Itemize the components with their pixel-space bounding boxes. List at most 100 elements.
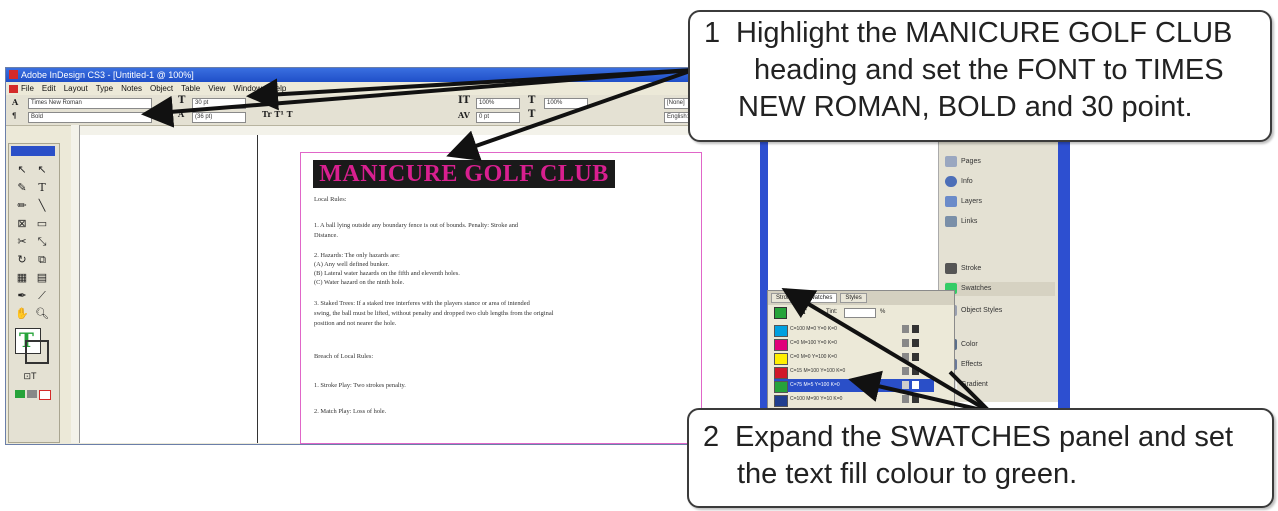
menu-notes[interactable]: Notes xyxy=(121,84,142,93)
swatch-row[interactable]: C=100 M=0 Y=0 K=0 xyxy=(774,323,934,337)
tint-field[interactable] xyxy=(844,308,876,318)
menu-window[interactable]: Window xyxy=(233,84,261,93)
fill-stroke-toggle-icon[interactable] xyxy=(774,307,787,319)
dock-pages[interactable]: Pages xyxy=(945,155,1055,169)
step-1-line-2: heading and set the FONT to TIMES xyxy=(754,54,1224,86)
doc-line: swing, the ball must be lifted, without … xyxy=(314,310,554,317)
doc-line: (B) Lateral water hazards on the fifth a… xyxy=(314,270,460,277)
apply-gradient-icon[interactable] xyxy=(27,390,37,398)
dock-swatches[interactable]: Swatches xyxy=(945,282,1055,296)
formatting-affects-text-icon[interactable]: ⊡T xyxy=(21,368,39,384)
menu-edit[interactable]: Edit xyxy=(42,84,56,93)
swatch-row[interactable]: C=0 M=0 Y=100 K=0 xyxy=(774,351,934,365)
eyedropper-tool-icon[interactable]: ✒ xyxy=(13,288,31,304)
leading-field[interactable]: (36 pt) xyxy=(192,112,246,123)
swatch-row-green-selected[interactable]: C=75 M=5 Y=100 K=0 xyxy=(774,379,934,393)
step-2-number: 2 xyxy=(703,421,720,453)
process-color-icon xyxy=(902,325,909,333)
selection-tool-icon[interactable]: ↖ xyxy=(13,162,31,178)
menu-type[interactable]: Type xyxy=(96,84,113,93)
cmyk-icon xyxy=(912,353,919,361)
caps-icon[interactable]: Tr T¹ T xyxy=(262,109,293,119)
formatting-text-icon[interactable]: T xyxy=(802,306,806,319)
cmyk-icon xyxy=(912,381,919,389)
tab-stroke[interactable]: Stroke xyxy=(771,293,799,303)
scissors-tool-icon[interactable]: ✂ xyxy=(13,234,31,250)
doc-line: 2. Match Play: Loss of hole. xyxy=(314,408,387,415)
doc-line: 2. Hazards: The only hazards are: xyxy=(314,252,400,259)
tools-panel: ↖ ↖ ✎ T ✏ ╲ ⊠ ▭ ✂ ⤡ ↻ ⧉ ▦ ▤ ✒ ⟋ ✋ 🔍︎ T ⊡… xyxy=(8,143,60,443)
swatch-row[interactable]: C=0 M=100 Y=0 K=0 xyxy=(774,337,934,351)
swatch-row[interactable]: C=15 M=100 Y=100 K=0 xyxy=(774,365,934,379)
type-tool-icon[interactable]: T xyxy=(33,180,51,196)
menu-table[interactable]: Table xyxy=(181,84,200,93)
gradient-tool-icon[interactable]: ▦ xyxy=(13,270,31,286)
pen-tool-icon[interactable]: ✎ xyxy=(13,180,31,196)
vertical-ruler xyxy=(71,125,80,443)
menu-file[interactable]: File xyxy=(21,84,34,93)
cmyk-icon xyxy=(912,367,919,375)
doc-line: 1. Stroke Play: Two strokes penalty. xyxy=(314,382,406,389)
rectangle-tool-icon[interactable]: ▭ xyxy=(33,216,51,232)
font-style-field[interactable]: Bold xyxy=(28,112,152,123)
manicure-heading[interactable]: MANICURE GOLF CLUB xyxy=(313,160,615,188)
dock-links[interactable]: Links xyxy=(945,215,1055,229)
page-edge-line xyxy=(257,135,258,443)
paragraph-mode-icon[interactable]: ¶ xyxy=(12,111,16,120)
menu-bar: File Edit Layout Type Notes Object Table View Wi… xyxy=(6,82,771,95)
process-color-icon xyxy=(902,381,909,389)
pencil-tool-icon[interactable]: ✏ xyxy=(13,198,31,214)
stroke-swatch-icon[interactable] xyxy=(25,340,49,364)
vertical-scale-field[interactable]: 100% xyxy=(476,98,520,109)
swatch-chip xyxy=(774,353,788,365)
step-1-line-1: Highlight the MANICURE GOLF CLUB xyxy=(736,17,1233,49)
step-1-number: 1 xyxy=(704,17,721,49)
tracking-field[interactable]: 0 pt xyxy=(476,112,520,123)
horizontal-scale-field[interactable]: 100% xyxy=(544,98,588,109)
swatch-row[interactable]: C=100 M=90 Y=10 K=0 xyxy=(774,393,934,407)
menu-layout[interactable]: Layout xyxy=(64,84,88,93)
hand-tool-icon[interactable]: ✋ xyxy=(13,306,31,322)
rectangle-frame-tool-icon[interactable]: ⊠ xyxy=(13,216,31,232)
dock-object-styles[interactable]: Object Styles xyxy=(945,304,1055,318)
dock-info[interactable]: Info xyxy=(945,175,1055,189)
note-tool-icon[interactable]: ▤ xyxy=(33,270,51,286)
measure-tool-icon[interactable]: ⟋ xyxy=(33,288,51,304)
dock-layers[interactable]: Layers xyxy=(945,195,1055,209)
dock-stroke[interactable]: Stroke xyxy=(945,262,1055,276)
doc-line: (C) Water hazard on the ninth hole. xyxy=(314,279,405,286)
tools-panel-header xyxy=(11,146,55,156)
rotate-tool-icon[interactable]: ↻ xyxy=(13,252,31,268)
character-mode-icon[interactable]: A xyxy=(12,97,18,107)
apply-color-icon[interactable] xyxy=(15,390,25,398)
doc-line: position and not nearer the hole. xyxy=(314,320,397,327)
skew-icon: T xyxy=(528,109,536,120)
font-size-icon: T xyxy=(178,95,186,106)
dock-effects[interactable]: Effects xyxy=(945,358,1055,372)
document-page xyxy=(300,152,702,444)
free-transform-tool-icon[interactable]: ⤡ xyxy=(33,234,51,250)
dock-color[interactable]: Color xyxy=(945,338,1055,352)
font-size-field[interactable]: 30 pt xyxy=(192,98,246,109)
tab-styles[interactable]: Styles xyxy=(840,293,867,303)
menu-help[interactable]: Help xyxy=(270,84,286,93)
direct-selection-tool-icon[interactable]: ↖ xyxy=(33,162,51,178)
process-color-icon xyxy=(902,353,909,361)
process-color-icon xyxy=(902,367,909,375)
scale-tool-icon[interactable]: ⧉ xyxy=(33,252,51,268)
info-icon xyxy=(945,175,957,187)
tab-swatches[interactable]: Swatches xyxy=(801,293,838,303)
tint-label: Tint: xyxy=(826,309,838,315)
vertical-scale-icon: IT xyxy=(458,95,471,106)
apply-none-icon[interactable] xyxy=(39,390,51,400)
menu-object[interactable]: Object xyxy=(150,84,173,93)
swatch-chip xyxy=(774,395,788,407)
links-icon xyxy=(945,215,957,227)
font-family-field[interactable]: Times New Roman xyxy=(28,98,152,109)
menu-view[interactable]: View xyxy=(208,84,225,93)
dock-gradient[interactable]: Gradient xyxy=(945,378,1055,392)
horizontal-scale-icon: T xyxy=(528,95,536,106)
process-color-icon xyxy=(902,395,909,403)
zoom-tool-icon[interactable]: 🔍︎ xyxy=(33,306,51,322)
line-tool-icon[interactable]: ╲ xyxy=(33,198,51,214)
